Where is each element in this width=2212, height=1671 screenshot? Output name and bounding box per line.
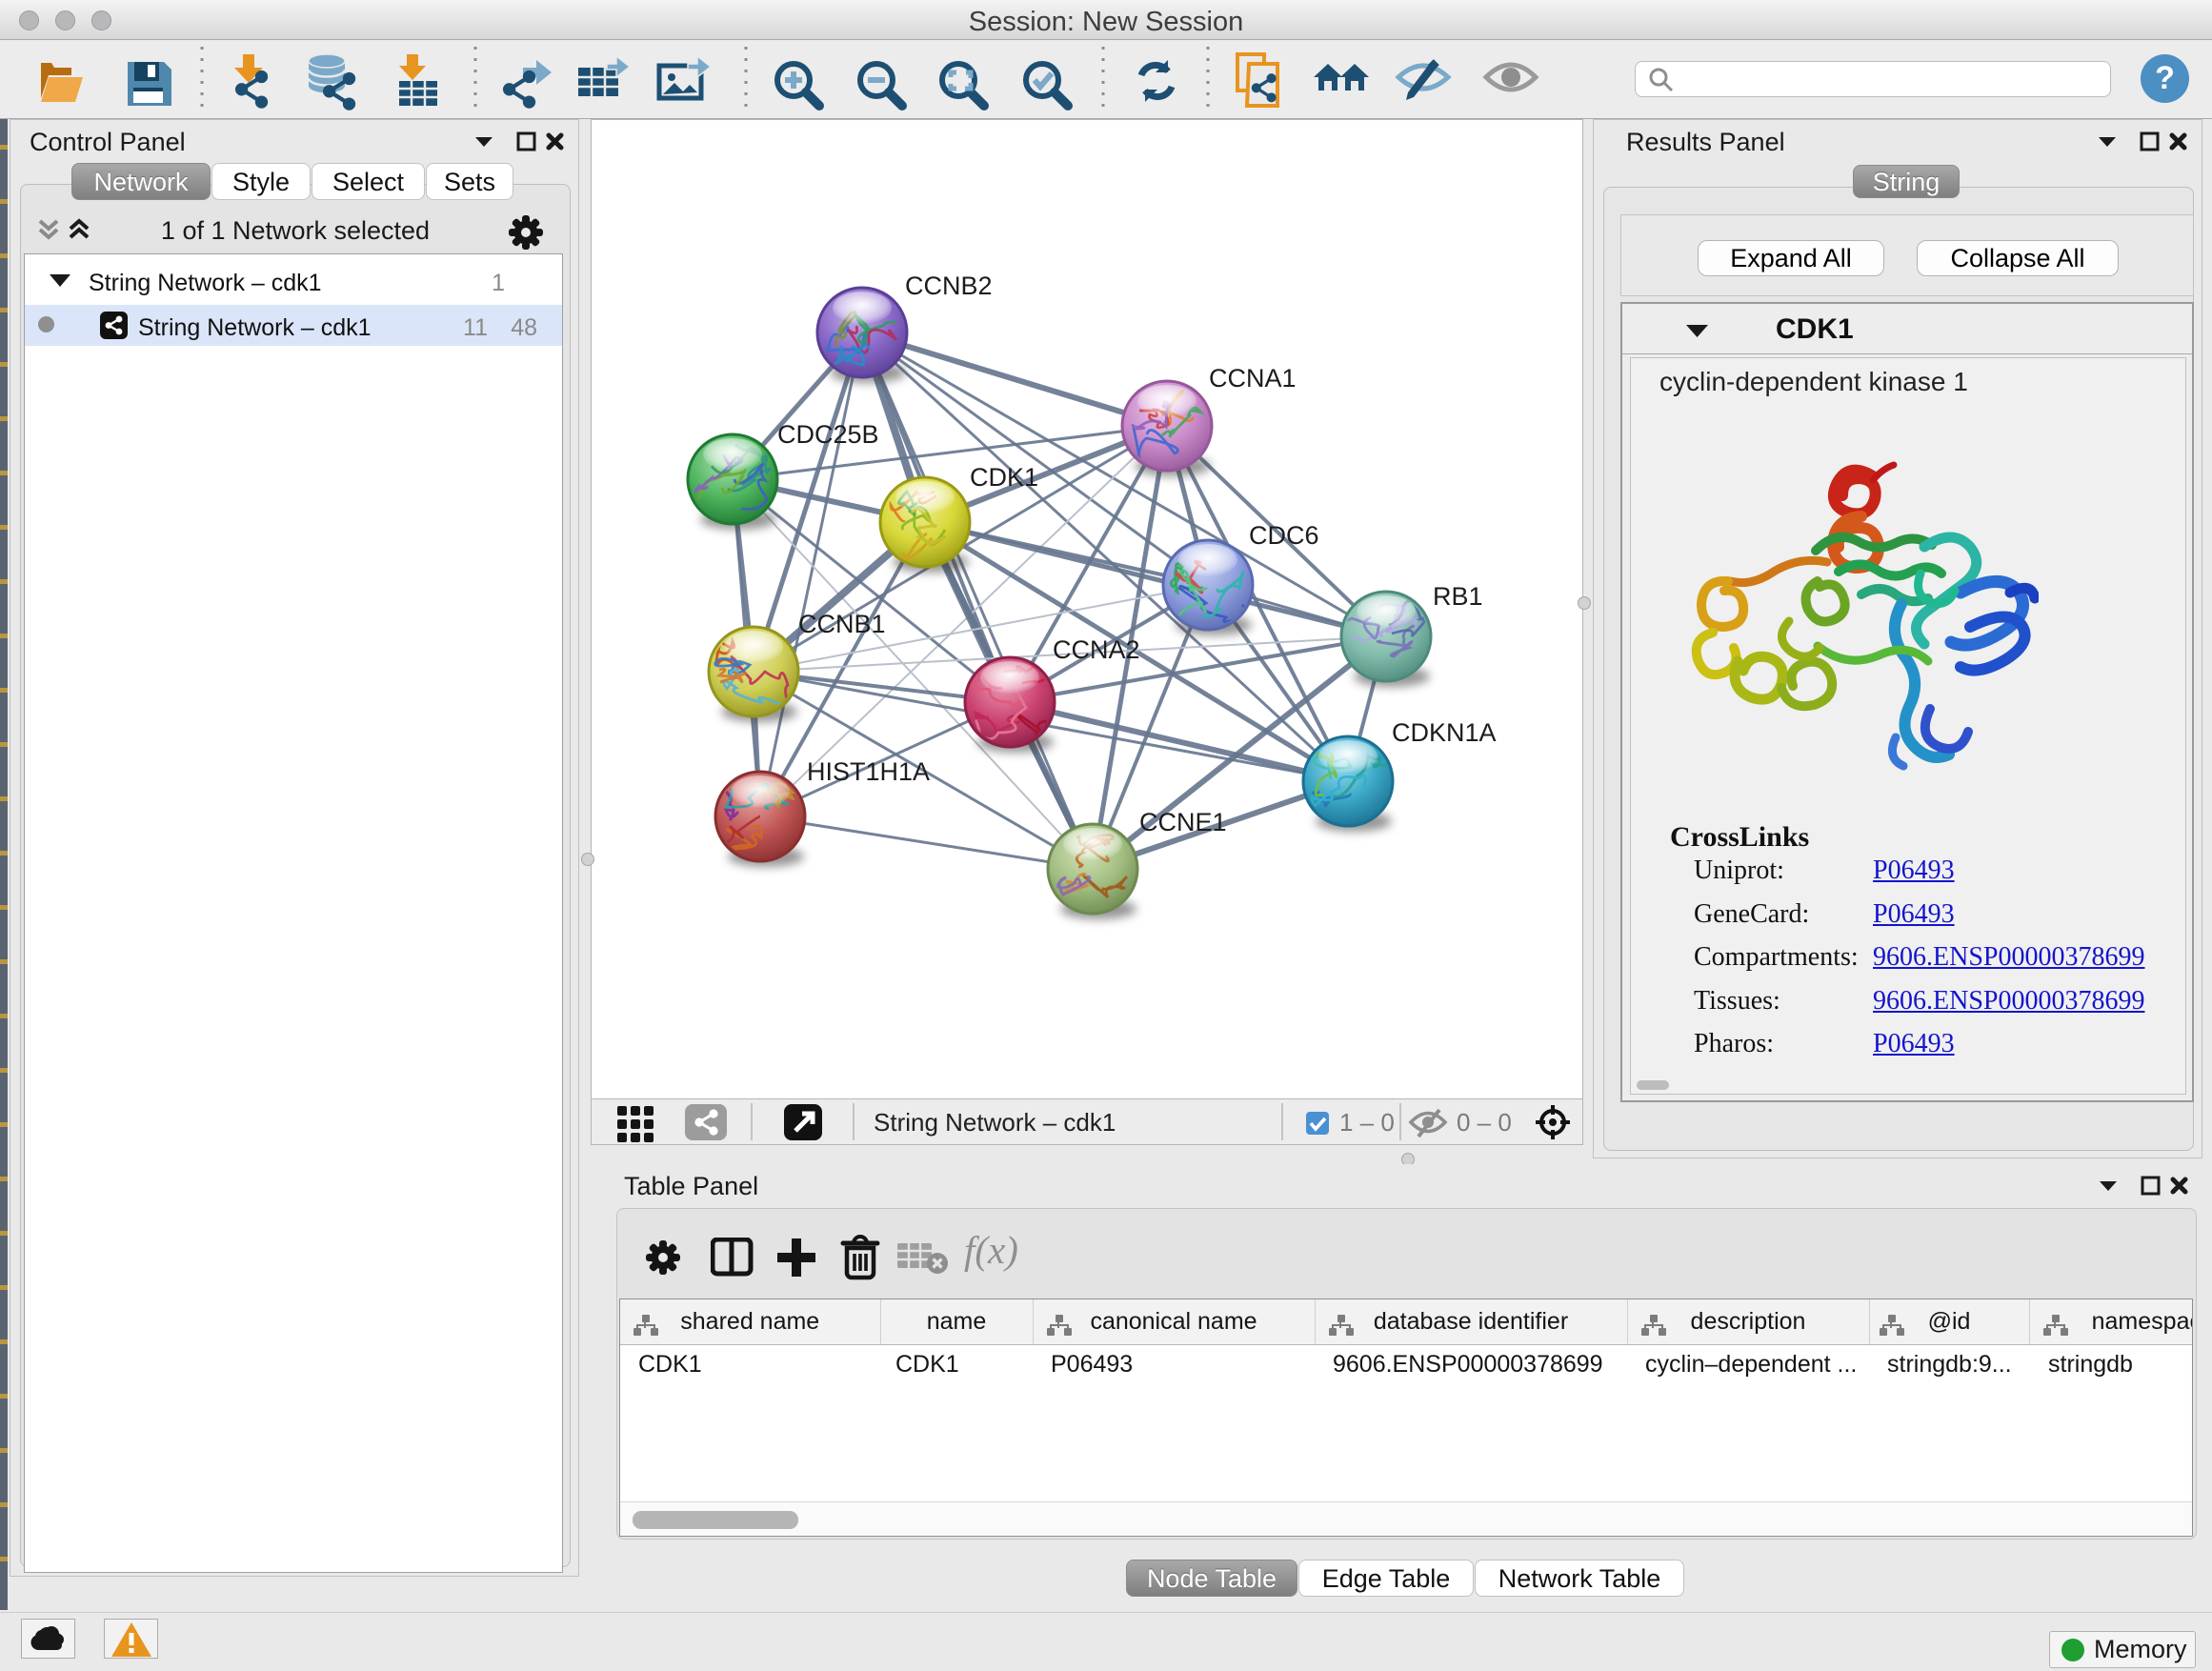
svg-text:CCNA2: CCNA2: [1053, 635, 1140, 664]
svg-text:HIST1H1A: HIST1H1A: [807, 757, 930, 786]
svg-text:CDK1: CDK1: [970, 463, 1038, 492]
svg-text:CDC6: CDC6: [1249, 521, 1319, 550]
svg-text:CCNB2: CCNB2: [905, 272, 993, 300]
svg-text:CDC25B: CDC25B: [777, 420, 879, 449]
svg-text:String Network – cdk1: String Network – cdk1: [874, 1108, 1116, 1137]
svg-text:0 – 0: 0 – 0: [1457, 1108, 1512, 1137]
svg-text:CCNE1: CCNE1: [1139, 808, 1227, 836]
svg-text:CCNA1: CCNA1: [1209, 364, 1297, 393]
svg-text:RB1: RB1: [1433, 582, 1483, 611]
svg-text:CCNB1: CCNB1: [798, 610, 886, 638]
svg-text:CDKN1A: CDKN1A: [1392, 718, 1497, 747]
svg-text:1 – 0: 1 – 0: [1339, 1108, 1395, 1137]
